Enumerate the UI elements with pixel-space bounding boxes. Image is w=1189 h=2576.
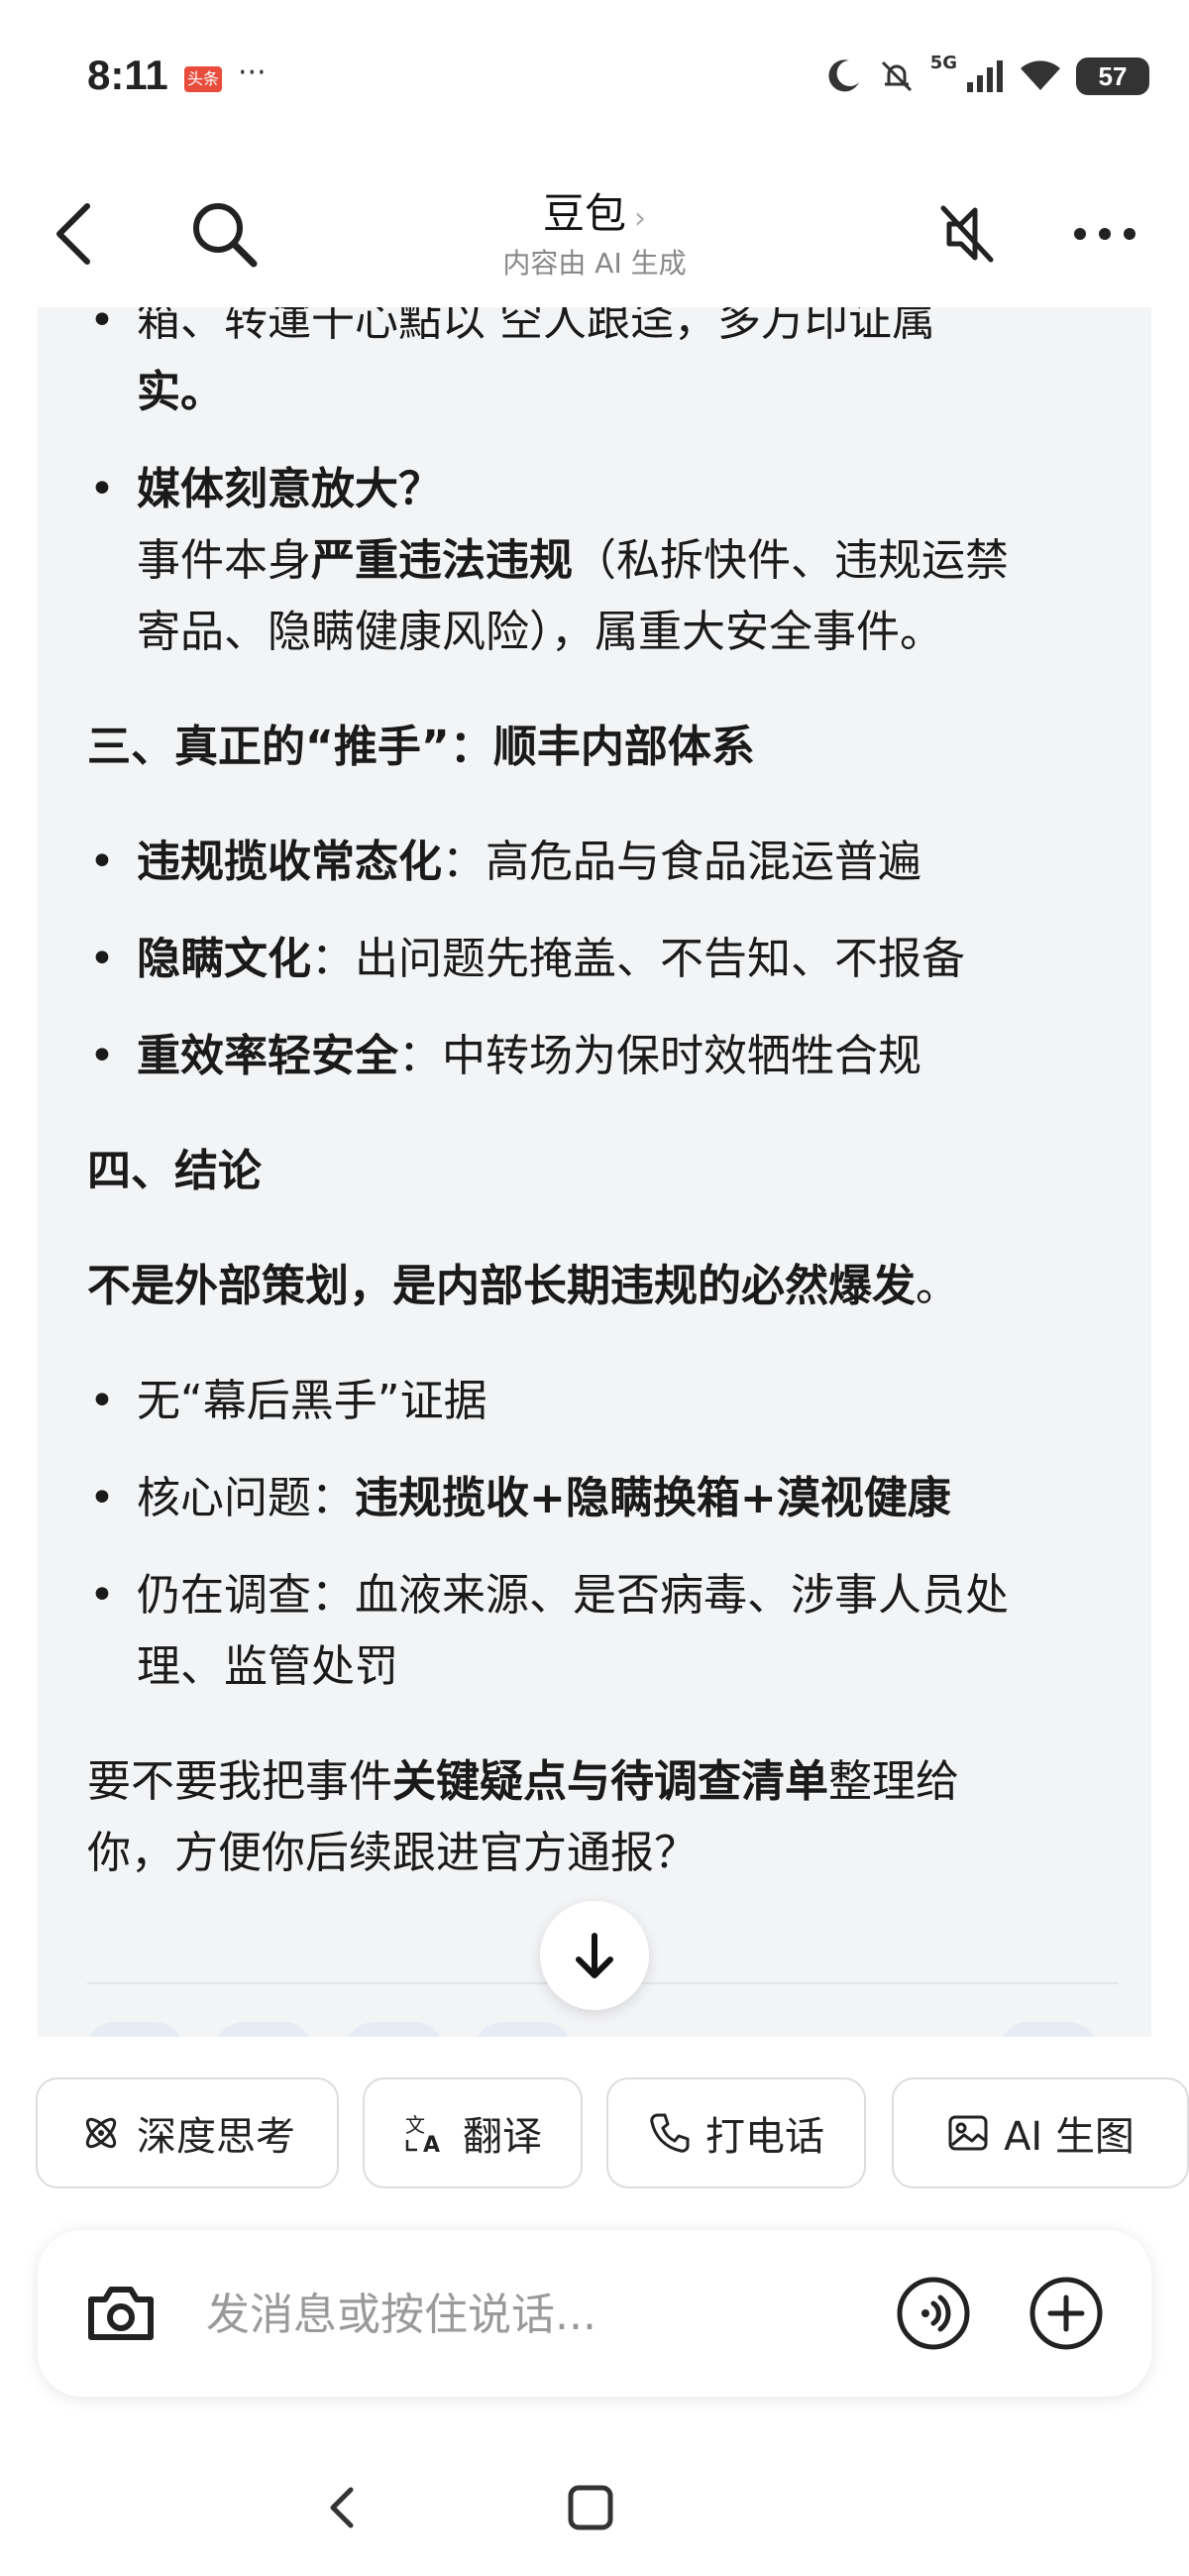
more-notifications-indicator: ··· [238,56,267,90]
ai-generated-notice: 内容由 AI 生成 [502,247,687,280]
list-item: 无“幕后黑手”证据 [87,1366,1118,1437]
message-content: 箱、转運千心點以 空人跟迳，多万印证属 实。 媒体刻意放大？ 事件本身严重违法违… [87,297,1118,1889]
text: 理、监管处罚 [137,1641,398,1692]
bold-text: 关键疑点与待调查清单 [392,1756,828,1807]
phone-call-button[interactable]: 打电话 [606,2077,866,2188]
suggestion-chip[interactable] [345,2022,444,2037]
chip-label: 翻译 [463,2114,542,2160]
app-notification-badge: 头条 [184,66,222,92]
list-item: 仍在调查：血液来源、是否病毒、涉事人员处理、监管处罚 [87,1560,1118,1703]
atom-icon [85,2117,117,2149]
bold-text: 重效率轻安全 [137,1031,398,1081]
text: ：高危品与食品混运普遍 [442,837,921,887]
text: 你，方便你后续跟进官方通报？ [87,1828,698,1878]
chat-header: 豆包 › 内容由 AI 生成 [0,159,1189,307]
list-item: 箱、转運千心點以 空人跟迳，多万印证属 实。 [87,297,1118,428]
translate-icon: 文A [405,2113,440,2156]
suggestion-chip[interactable] [214,2022,313,2037]
add-attachment-button[interactable] [1027,2274,1106,2353]
bold-text: 不是外部策划，是内部长期违规的必然爆发 [87,1261,916,1311]
network-type: 5G [929,52,957,73]
section-heading: 三、真正的“推手”：顺丰内部体系 [87,722,755,772]
bold-text: 隐瞒文化 [137,934,311,984]
nav-home-icon [568,2485,613,2530]
more-icon [1074,228,1135,240]
system-home-button[interactable] [561,2478,620,2537]
status-bar: 8:11 头条 ··· 5G 57 [0,0,1189,149]
arrow-down-icon [576,1933,613,1978]
text: 无“幕后黑手”证据 [137,1376,487,1426]
bold-text: 严重违法违规 [311,535,573,586]
chip-label: AI 生图 [1004,2114,1135,2160]
battery-indicator: 57 [1076,57,1149,95]
closing-question: 要不要我把事件关键疑点与待调查清单整理给你，方便你后续跟进官方通报？ [87,1746,1118,1889]
ai-image-button[interactable]: AI 生图 [892,2077,1189,2188]
scroll-to-bottom-button[interactable] [540,1901,649,2010]
list-item: 核心问题：违规揽收+隐瞒换箱+漠视健康 [87,1463,1118,1534]
list-item: 隐瞒文化：出问题先掩盖、不告知、不报备 [87,924,1118,995]
system-navigation-bar [0,2438,1189,2576]
speaker-muted-icon [940,205,994,263]
truncated-text-end: 实。 [137,367,224,417]
list-item: 媒体刻意放大？ 事件本身严重违法违规（私拆快件、违规运禁 寄品、隐瞒健康风险），… [87,454,1118,668]
section-heading: 四、结论 [87,1146,262,1196]
nav-back-icon [330,2487,354,2528]
signal-icon [965,58,1005,94]
text: 仍在调查：血液来源、是否病毒、涉事人员处 [137,1570,1009,1621]
suggestion-chip[interactable] [999,2022,1098,2037]
text: （私拆快件、违规运禁 [573,535,1009,586]
status-time: 8:11 [87,52,168,98]
chip-label: 深度思考 [137,2114,295,2160]
text: 事件本身 [137,535,311,586]
chip-label: 打电话 [705,2114,824,2160]
image-icon [948,2115,988,2151]
message-input-bar [38,2230,1151,2397]
bullet-title: 媒体刻意放大？ [137,464,442,514]
voice-call-button[interactable] [894,2274,973,2353]
text: 要不要我把事件 [87,1756,392,1807]
text: ：中转场为保时效牺牲合规 [398,1031,921,1081]
message-input[interactable] [204,2284,763,2345]
list-item: 违规揽收常态化：高危品与食品混运普遍 [87,827,1118,898]
do-not-disturb-icon [823,56,863,96]
plus-icon [1029,2277,1103,2350]
list-item: 重效率轻安全：中转场为保时效牺牲合规 [87,1021,1118,1092]
bold-text: 违规揽收常态化 [137,837,442,887]
svg-text:A: A [423,2133,440,2156]
bot-name-button[interactable]: 豆包 › [0,180,1189,241]
system-back-button[interactable] [313,2478,373,2537]
text: 。 [916,1261,959,1311]
camera-button[interactable] [81,2274,161,2353]
mute-button[interactable] [927,194,1007,274]
bold-text: 违规揽收+隐瞒换箱+漠视健康 [355,1473,951,1523]
text: 寄品、隐瞒健康风险），属重大安全事件。 [137,607,943,657]
deep-think-button[interactable]: 深度思考 [36,2077,339,2188]
conclusion-text: 不是外部策划，是内部长期违规的必然爆发。 [87,1251,1118,1322]
bot-name: 豆包 [542,189,626,238]
ai-message-card: 箱、转運千心點以 空人跟迳，多万印证属 实。 媒体刻意放大？ 事件本身严重违法违… [38,297,1151,2037]
text: 整理给 [828,1756,959,1807]
suggestion-chip[interactable] [85,2022,184,2037]
svg-text:文: 文 [405,2113,425,2137]
voice-icon [897,2277,970,2350]
more-options-button[interactable] [1060,194,1149,274]
chevron-right-icon: › [634,201,646,236]
text: 核心问题： [137,1473,355,1523]
wifi-icon [1019,58,1062,94]
phone-icon [650,2113,690,2153]
camera-icon [88,2287,154,2340]
suggestion-chip[interactable] [474,2022,573,2037]
text: ：出问题先掩盖、不告知、不报备 [311,934,965,984]
translate-button[interactable]: 文A 翻译 [363,2077,583,2188]
bell-muted-icon [877,56,917,96]
